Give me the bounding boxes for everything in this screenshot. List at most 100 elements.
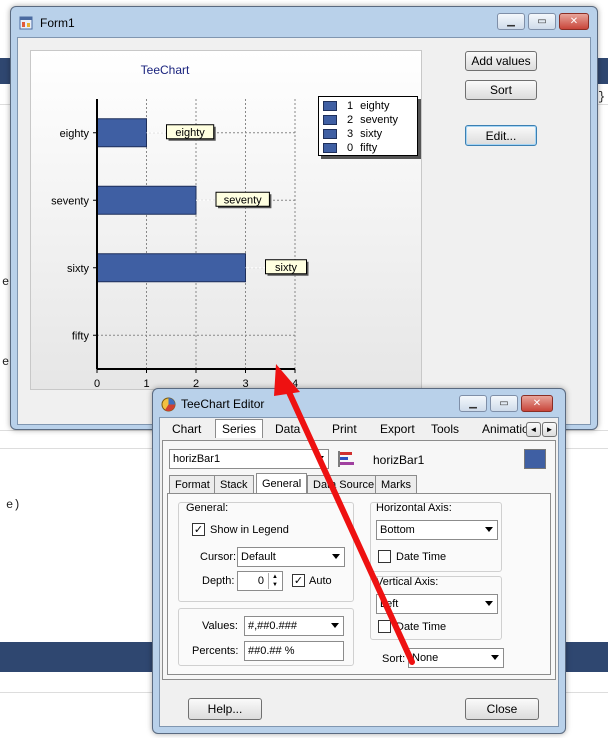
general-page: General: ✓ Show in Legend Cursor: Defaul… — [167, 493, 551, 675]
subtab-format[interactable]: Format — [169, 475, 216, 493]
tab-scroll-right-button[interactable]: ► — [542, 422, 557, 437]
y-tick-label: fifty — [72, 330, 90, 342]
legend-item: 3 sixty — [323, 127, 382, 141]
chevron-down-icon — [316, 456, 324, 461]
editor-client-area: Chart Series Data Print Export Tools Ani… — [159, 417, 559, 727]
series-name-label: horizBar1 — [373, 453, 425, 467]
teechart-editor-window: TeeChart Editor ▁ ▭ ✕ Chart Series Data … — [152, 388, 566, 734]
series-select[interactable]: horizBar1 — [169, 449, 329, 469]
minimize-button[interactable]: ▁ — [459, 395, 487, 412]
maximize-icon: ▭ — [537, 16, 547, 27]
subtab-data-source[interactable]: Data Source — [307, 475, 381, 493]
subtab-marks[interactable]: Marks — [375, 475, 417, 493]
depth-value: 0 — [257, 575, 264, 587]
tab-animation[interactable]: Animatio — [476, 420, 528, 438]
chart-plot-area: 0 1 2 3 4eighty eightyseventy seventysixty sixt… — [51, 99, 309, 390]
legend-index: 0 — [347, 142, 354, 154]
legend-swatch — [323, 129, 337, 139]
y-tick-label: seventy — [51, 195, 89, 207]
form1-window: Form1 ▁ ▭ ✕ TeeChart 0 1 2 3 4 eighty eighty se… — [10, 6, 598, 430]
values-format-select[interactable]: #,##0.### — [244, 616, 344, 636]
sort-select[interactable]: None — [408, 648, 504, 668]
show-in-legend-checkbox[interactable]: ✓ — [192, 523, 205, 536]
depth-stepper[interactable]: 0 ▲ ▼ — [237, 571, 283, 591]
horizontal-axis-select[interactable]: Bottom — [376, 520, 498, 540]
auto-depth-label: Auto — [309, 575, 332, 587]
legend-item: 2 seventy — [323, 113, 398, 127]
close-icon: ✕ — [532, 398, 542, 409]
legend-label: fifty — [360, 142, 378, 154]
legend-label: sixty — [360, 128, 383, 140]
legend-index: 2 — [347, 114, 354, 126]
bar — [96, 185, 197, 215]
horizontal-date-time-checkbox[interactable] — [378, 550, 391, 563]
vertical-axis-value: Left — [380, 598, 399, 610]
legend-swatch — [323, 101, 337, 111]
chevron-down-icon — [485, 601, 493, 606]
legend-label: eighty — [360, 100, 390, 112]
cursor-select-value: Default — [241, 551, 276, 563]
sort-button[interactable]: Sort — [465, 80, 537, 100]
tab-print[interactable]: Print — [326, 420, 363, 438]
legend-item: 1 eighty — [323, 99, 389, 113]
background-code-text: e — [2, 275, 10, 289]
chevron-down-icon — [485, 527, 493, 532]
legend-swatch — [323, 143, 337, 153]
edit-button[interactable]: Edit... — [465, 125, 537, 146]
horizontal-axis-label: Horizontal Axis: — [376, 502, 452, 514]
chart-panel[interactable]: TeeChart 0 1 2 3 4 eighty eighty seventy seventy… — [30, 50, 422, 390]
editor-title: TeeChart Editor — [181, 397, 265, 411]
minimize-button[interactable]: ▁ — [497, 13, 525, 30]
y-tick-label: sixty — [67, 263, 90, 275]
teechart-icon — [161, 397, 176, 412]
tab-tools[interactable]: Tools — [425, 420, 465, 438]
auto-depth-checkbox[interactable]: ✓ — [292, 574, 305, 587]
legend-item: 0 fifty — [323, 141, 377, 155]
cursor-label: Cursor: — [200, 551, 237, 563]
add-values-button[interactable]: Add values — [465, 51, 537, 71]
values-format-label: Values: — [202, 620, 238, 632]
tab-chart[interactable]: Chart — [166, 420, 207, 438]
values-format-value: #,##0.### — [248, 620, 297, 632]
help-button[interactable]: Help... — [188, 698, 262, 720]
close-button[interactable]: ✕ — [521, 395, 553, 412]
tab-export[interactable]: Export — [374, 420, 421, 438]
tab-scroll-left-button[interactable]: ◄ — [526, 422, 541, 437]
sort-label: Sort: — [382, 653, 406, 665]
checkmark-icon: ✓ — [193, 523, 204, 536]
x-tick-label: 1 — [143, 378, 149, 390]
spin-arrows-icon[interactable]: ▲ ▼ — [268, 573, 281, 589]
chart-legend: 1 eighty 2 seventy 3 sixty 0 fifty — [318, 96, 418, 156]
series-color-swatch[interactable] — [524, 449, 546, 469]
subtab-general[interactable]: General — [256, 473, 308, 493]
checkmark-icon: ✓ — [293, 574, 304, 587]
chevron-left-icon: ◄ — [529, 425, 538, 434]
depth-label: Depth: — [202, 575, 235, 587]
series-select-value: horizBar1 — [173, 453, 221, 465]
maximize-icon: ▭ — [499, 398, 509, 409]
cursor-select[interactable]: Default — [237, 547, 345, 567]
subtab-stack[interactable]: Stack — [214, 475, 254, 493]
percents-format-field[interactable]: ##0.## % — [244, 641, 344, 661]
tab-data[interactable]: Data — [269, 420, 306, 438]
legend-label: seventy — [360, 114, 399, 126]
tab-series[interactable]: Series — [215, 419, 264, 438]
chevron-down-icon — [331, 623, 339, 628]
bar — [96, 118, 147, 148]
vertical-date-time-label: Date Time — [396, 621, 447, 633]
data-label: sixty — [275, 262, 298, 274]
minimize-icon: ▁ — [507, 16, 515, 27]
percents-format-label: Percents: — [192, 645, 239, 657]
close-button[interactable]: ✕ — [559, 13, 589, 30]
background-code-text: } — [598, 90, 606, 104]
vertical-date-time-checkbox[interactable] — [378, 620, 391, 633]
horizontal-date-time-label: Date Time — [396, 551, 447, 563]
vertical-axis-select[interactable]: Left — [376, 594, 498, 614]
maximize-button[interactable]: ▭ — [490, 395, 518, 412]
editor-close-button[interactable]: Close — [465, 698, 539, 720]
minimize-icon: ▁ — [469, 398, 477, 409]
maximize-button[interactable]: ▭ — [528, 13, 556, 30]
show-in-legend-label: Show in Legend — [210, 524, 289, 536]
window-title: Form1 — [40, 16, 75, 30]
horizontal-axis-value: Bottom — [380, 524, 415, 536]
